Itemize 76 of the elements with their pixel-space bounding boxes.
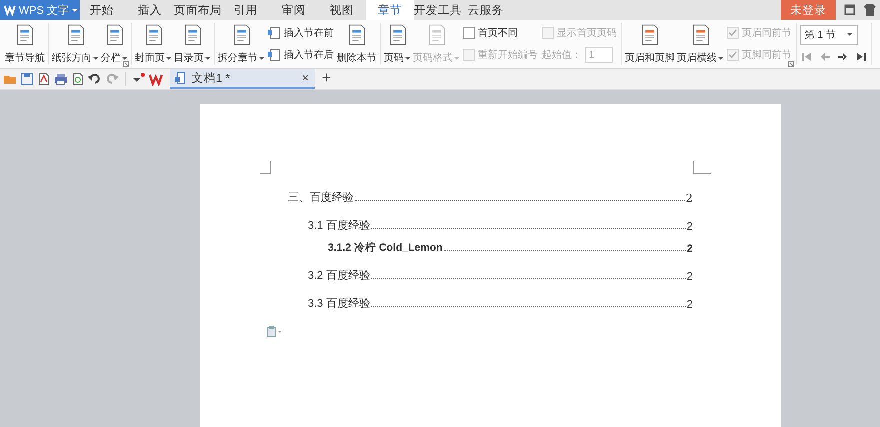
ribbon-button[interactable]: 插入节在后 [267,45,335,65]
checkbox-label: 页脚同前节 [742,48,792,62]
right-arrow-icon [837,50,849,62]
caret-icon [259,56,265,60]
toc-entry-title: 3.1 百度经验 [308,218,370,233]
ribbon-tab[interactable]: 视图 [318,0,366,20]
checkbox-label: 重新开始编号 [478,48,538,62]
crop-mark [693,161,711,174]
caret-icon [454,56,460,60]
ribbon-button[interactable]: 插入节在前 [267,23,335,43]
ribbon-button[interactable]: 拆分章节 [217,23,266,65]
ribbon-tab[interactable]: 章节 [366,0,414,20]
printer-icon[interactable] [54,72,68,86]
logo-icon [4,4,16,16]
caret-icon [847,33,853,36]
ribbon-button[interactable]: 目录页 [173,23,212,65]
restore-icon[interactable] [844,4,856,16]
ribbon-button[interactable]: 封面页 [134,23,173,65]
ribbon-tab[interactable]: 引用 [222,0,270,20]
launcher-icon[interactable] [123,61,129,67]
launcher-icon[interactable] [788,61,794,67]
ribbon-tab[interactable]: 审阅 [270,0,318,20]
preview-icon[interactable] [71,72,85,86]
section-dropdown[interactable]: 第 1 节 [800,24,858,44]
ribbon-button[interactable]: 纸张方向 [51,23,100,65]
paste-options-icon[interactable] [266,325,282,337]
ribbon-button[interactable]: 删除本节 [336,23,378,65]
ribbon-button[interactable]: 页眉和页脚 [624,23,676,65]
tick-icon [728,28,738,38]
toc-page-number: 2 [686,192,693,205]
ribbon-tab[interactable]: 页面布局 [174,0,222,20]
ribbon-button[interactable]: 页码 [383,23,412,65]
page-icon [268,48,281,62]
ribbon-tab[interactable]: 开始 [78,0,126,20]
checkbox-label: 显示首页页码 [557,27,617,40]
caret-icon [405,56,411,60]
checkbox-label: 首页不同 [478,27,518,40]
caret-icon [122,56,128,60]
toc-entry-title: 3.3 百度经验 [308,296,370,311]
undo-icon[interactable] [88,72,102,86]
toc-entry-title: 三、百度经验 [288,190,354,205]
ribbon-tab[interactable]: 插入 [126,0,174,20]
ribbon-tab[interactable]: 云服务 [462,0,510,20]
crop-mark [260,161,271,174]
caret-icon [72,8,78,12]
tick-icon [728,50,738,60]
shirt-icon[interactable] [864,4,876,16]
first-section-icon [801,50,813,62]
caret-icon [718,56,724,60]
toc-entry-title: 3.2 百度经验 [308,268,370,283]
ribbon-tab[interactable]: 开发工具 [414,0,462,20]
toc-page-number: 2 [687,243,693,255]
checkbox[interactable] [463,27,475,39]
ribbon-button[interactable]: 分栏 [100,23,129,65]
toc-entry-title: 3.1.2 冷柠 Cold_Lemon [328,241,443,255]
document-icon [174,71,187,85]
pdf-icon[interactable] [37,72,51,86]
caret-icon [205,56,211,60]
caret-icon [166,56,172,60]
page-icon [268,26,281,40]
logo-icon[interactable] [149,72,163,86]
save-icon[interactable] [20,72,34,86]
ribbon-button[interactable]: 章节导航 [4,23,46,65]
checkbox-label: 页眉同前节 [742,26,792,40]
document-tab[interactable]: 文档1 * × [170,69,315,89]
toc-page-number: 2 [686,299,693,311]
close-tab-button[interactable]: × [300,71,311,85]
last-section-icon [855,50,867,62]
caret-icon [93,56,99,60]
app-menu-button[interactable]: WPS 文字 [0,0,80,20]
toc-page-number: 2 [686,271,693,283]
new-tab-button[interactable]: + [318,71,336,87]
ribbon-button[interactable]: 页眉横线 [676,23,725,65]
left-arrow-icon [819,50,831,62]
toc-page-number: 2 [686,221,693,233]
field-label: 起始值： [542,48,582,62]
